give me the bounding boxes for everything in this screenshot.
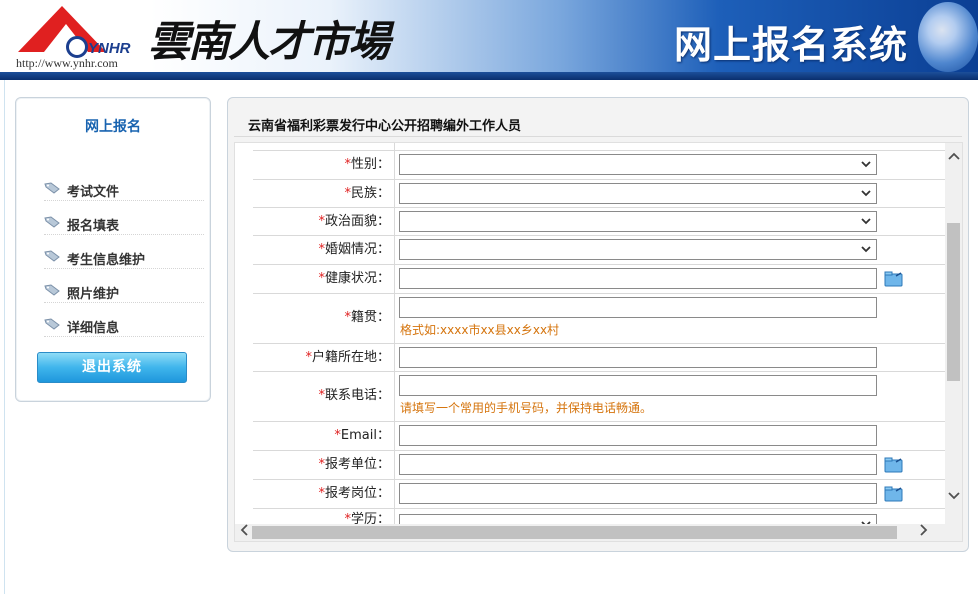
- chevron-down-icon: [861, 246, 871, 253]
- page-title: 云南省福利彩票发行中心公开招聘编外工作人员: [248, 119, 522, 134]
- chevron-down-icon: [861, 190, 871, 197]
- sidebar-item-label: 报名填表: [67, 219, 120, 234]
- form-row: *健康状况：: [253, 265, 945, 294]
- tag-icon: [44, 250, 60, 262]
- sidebar-item-exam-documents[interactable]: 考试文件: [44, 179, 204, 201]
- tag-icon: [44, 318, 60, 330]
- native-place-input[interactable]: [399, 297, 877, 318]
- phone-label: 联系电话：: [324, 388, 390, 403]
- sidebar-item-registration-form[interactable]: 报名填表: [44, 213, 204, 235]
- health-input[interactable]: [399, 268, 877, 289]
- gender-select[interactable]: [399, 154, 877, 175]
- form-row: *报考单位：: [253, 451, 945, 480]
- field-label: *户籍所在地：: [253, 344, 395, 371]
- field-label: *民族：: [253, 180, 395, 207]
- sidebar-item-label: 详细信息: [67, 321, 120, 336]
- sidebar-item-label: 考试文件: [67, 185, 120, 200]
- horizontal-scrollbar[interactable]: [235, 524, 962, 541]
- site-header: YNHR http://www.ynhr.com 雲南人才市場 网上报名系统: [0, 0, 978, 80]
- form-row: *籍贯： 格式如:xxxx市xx县xx乡xx村: [253, 294, 945, 344]
- scroll-down-icon[interactable]: [945, 489, 962, 506]
- sidebar-title: 网上报名: [85, 119, 141, 135]
- field-label: *Email：: [253, 422, 395, 450]
- form-row: *民族：: [253, 180, 945, 208]
- field-label: *政治面貌：: [253, 208, 395, 235]
- phone-hint: 请填写一个常用的手机号码，并保持电话畅通。: [400, 401, 653, 415]
- header-bottom-bar: [0, 72, 978, 80]
- logout-button[interactable]: 退出系统: [37, 352, 187, 383]
- form-row: *政治面貌：: [253, 208, 945, 236]
- employer-label: 报考单位：: [324, 457, 390, 472]
- form-row: *户籍所在地：: [253, 344, 945, 372]
- tag-icon: [44, 182, 60, 194]
- employer-input[interactable]: [399, 454, 877, 475]
- household-label: 户籍所在地：: [311, 350, 390, 365]
- household-input[interactable]: [399, 347, 877, 368]
- form-row: *联系电话： 请填写一个常用的手机号码，并保持电话畅通。: [253, 372, 945, 422]
- logo-ring-icon: [66, 36, 88, 58]
- horizontal-scroll-thumb[interactable]: [252, 526, 897, 539]
- folder-picker-icon[interactable]: [884, 486, 904, 502]
- ethnicity-select[interactable]: [399, 183, 877, 204]
- ethnicity-label: 民族：: [350, 186, 390, 201]
- form-row-top: [253, 143, 945, 151]
- tag-icon: [44, 284, 60, 296]
- form-row: *报考岗位：: [253, 480, 945, 509]
- main-panel: 云南省福利彩票发行中心公开招聘编外工作人员 *性别： *民族： *政治面貌： *…: [227, 97, 969, 552]
- gender-label: 性别：: [350, 157, 390, 172]
- field-label: *报考岗位：: [253, 480, 395, 508]
- form-row: *性别：: [253, 151, 945, 180]
- form-scroll-area[interactable]: *性别： *民族： *政治面貌： *婚姻情况： *健康状况： *籍贯： 格式如:…: [234, 142, 963, 542]
- site-calligraphy-logo: 雲南人才市場: [148, 17, 390, 66]
- position-label: 报考岗位：: [324, 486, 390, 501]
- sidebar-panel: 网上报名 考试文件 报名填表 考生信息维护 照片维护 详细信息 退出系统: [15, 97, 211, 402]
- vertical-scrollbar[interactable]: [945, 143, 962, 526]
- sidebar-item-label: 考生信息维护: [67, 253, 146, 268]
- folder-picker-icon[interactable]: [884, 457, 904, 473]
- field-label: *婚姻情况：: [253, 236, 395, 264]
- field-label: *健康状况：: [253, 265, 395, 293]
- vertical-scroll-thumb[interactable]: [947, 223, 960, 381]
- email-field[interactable]: [399, 425, 877, 446]
- logo-url: http://www.ynhr.com: [16, 56, 118, 70]
- system-title: 网上报名系统: [674, 23, 909, 67]
- globe-icon: [918, 2, 978, 72]
- field-label: *籍贯：: [253, 294, 395, 343]
- field-label: *报考单位：: [253, 451, 395, 479]
- logo-text: YNHR: [88, 40, 131, 57]
- chevron-down-icon: [861, 161, 871, 168]
- political-status-label: 政治面貌：: [324, 214, 390, 229]
- folder-picker-icon[interactable]: [884, 271, 904, 287]
- marital-status-select[interactable]: [399, 239, 877, 260]
- native-place-label: 籍贯：: [350, 310, 390, 325]
- field-label: *联系电话：: [253, 372, 395, 421]
- political-status-select[interactable]: [399, 211, 877, 232]
- form-row: *婚姻情况：: [253, 236, 945, 265]
- sidebar-item-details[interactable]: 详细信息: [44, 315, 204, 337]
- native-place-hint: 格式如:xxxx市xx县xx乡xx村: [400, 323, 560, 337]
- field-label: *性别：: [253, 151, 395, 179]
- scroll-up-icon[interactable]: [945, 149, 962, 166]
- sidebar-item-label: 照片维护: [67, 287, 120, 302]
- chevron-down-icon: [861, 218, 871, 225]
- scroll-right-icon[interactable]: [915, 524, 932, 541]
- phone-input[interactable]: [399, 375, 877, 396]
- title-divider: [234, 136, 962, 137]
- position-input[interactable]: [399, 483, 877, 504]
- tag-icon: [44, 216, 60, 228]
- row-label-cell: [253, 143, 395, 150]
- scroll-left-icon[interactable]: [235, 524, 252, 541]
- email-label: Email：: [340, 428, 390, 443]
- form-row: *Email：: [253, 422, 945, 451]
- marital-status-label: 婚姻情况：: [324, 242, 390, 257]
- sidebar-item-photo[interactable]: 照片维护: [44, 281, 204, 303]
- sidebar-item-candidate-info[interactable]: 考生信息维护: [44, 247, 204, 269]
- health-label: 健康状况：: [324, 271, 390, 286]
